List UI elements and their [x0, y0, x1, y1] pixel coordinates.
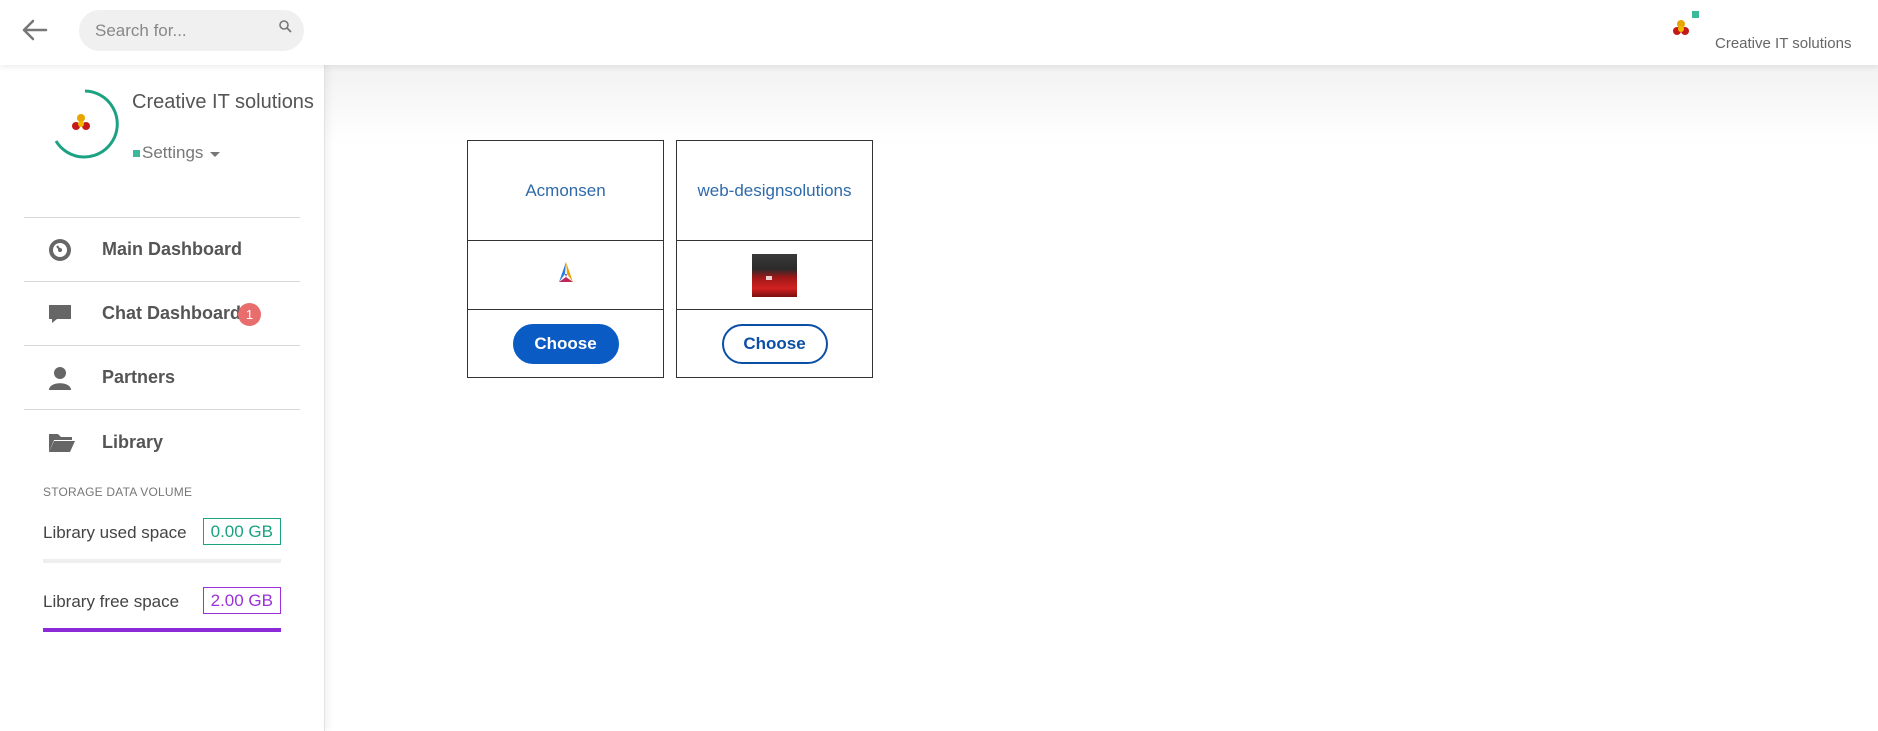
used-space-bar: [43, 559, 281, 563]
top-bar: Creative IT solutions: [0, 0, 1878, 65]
folder-icon: [48, 430, 75, 454]
search-icon[interactable]: [278, 19, 292, 33]
chevron-down-icon: [210, 151, 221, 157]
company-name-link[interactable]: web-designsolutions: [677, 141, 872, 241]
free-space-bar-fill: [43, 628, 281, 632]
sidebar-item-label: Chat Dashboard: [102, 303, 242, 323]
company-selector: Acmonsen Choose web-designsolutions Choo…: [467, 140, 873, 378]
photo-thumbnail-icon: [752, 253, 797, 297]
sidebar-item-main-dashboard[interactable]: Main Dashboard: [24, 218, 300, 282]
sidebar: Creative IT solutions Settings Main Dash…: [0, 65, 325, 731]
company-logo: [468, 241, 663, 310]
used-space-value: 0.00 GB: [202, 518, 281, 545]
company-name-link[interactable]: Acmonsen: [468, 141, 663, 241]
company-card: web-designsolutions Choose: [676, 140, 873, 378]
profile-name: Creative IT solutions: [132, 91, 314, 113]
sidebar-item-chat-dashboard[interactable]: Chat Dashboard 1: [24, 282, 300, 346]
chat-icon: [48, 302, 72, 326]
sidebar-nav: Main Dashboard Chat Dashboard 1 Partners…: [24, 217, 300, 474]
sidebar-item-label: Partners: [102, 367, 176, 387]
company-card: Acmonsen Choose: [467, 140, 664, 378]
header-company-name[interactable]: Creative IT solutions: [1715, 35, 1851, 52]
settings-label: Settings: [142, 143, 204, 162]
free-space-value: 2.00 GB: [202, 587, 281, 614]
settings-dropdown[interactable]: Settings: [133, 143, 221, 163]
content-header-shade: [325, 65, 1878, 145]
sidebar-item-label: Main Dashboard: [102, 239, 243, 259]
sidebar-item-library[interactable]: Library: [24, 410, 300, 474]
choose-button[interactable]: Choose: [721, 323, 828, 364]
free-space-label: Library free space: [43, 592, 180, 611]
sidebar-item-label: Library: [102, 431, 164, 452]
free-space-bar: [43, 628, 281, 632]
dashboard-icon: [48, 238, 72, 262]
acmonsen-logo-icon: [553, 260, 579, 291]
choose-button[interactable]: Choose: [512, 323, 619, 364]
status-dot: [133, 149, 140, 157]
sidebar-item-partners[interactable]: Partners: [24, 346, 300, 410]
storage-title: STORAGE DATA VOLUME: [43, 485, 193, 499]
search-input[interactable]: [95, 10, 275, 51]
back-arrow-icon[interactable]: [20, 18, 48, 42]
card-action: Choose: [677, 310, 872, 377]
user-icon: [48, 366, 72, 390]
company-logo: [677, 241, 872, 310]
profile-avatar[interactable]: [50, 89, 120, 159]
search-box: [79, 10, 304, 51]
card-action: Choose: [468, 310, 663, 377]
used-space-label: Library used space: [43, 523, 187, 542]
notification-badge: 1: [238, 303, 261, 326]
company-logo-icon[interactable]: [1668, 8, 1700, 42]
